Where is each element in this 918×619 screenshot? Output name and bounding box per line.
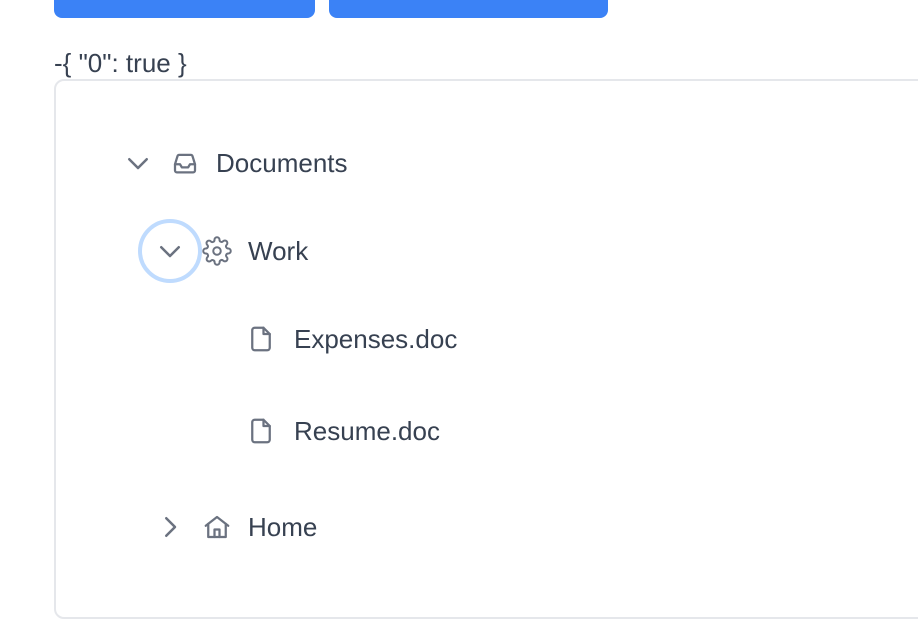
chevron-down-icon[interactable] <box>138 219 202 283</box>
tree-item-home[interactable]: Home <box>138 503 317 551</box>
tree-item-expenses[interactable]: Expenses.doc <box>246 315 457 363</box>
chevron-right-icon[interactable] <box>138 495 202 559</box>
tree-panel: Documents Work Expenses.doc Resume.doc H… <box>54 79 918 619</box>
expanded-state-readout: -{ "0": true } <box>54 48 187 78</box>
file-icon <box>246 324 276 354</box>
primary-button-1[interactable] <box>54 0 315 18</box>
tree-item-label: Resume.doc <box>294 415 440 446</box>
home-icon <box>202 512 232 542</box>
primary-button-2[interactable] <box>329 0 608 18</box>
gear-icon <box>202 236 232 266</box>
tree-item-label: Work <box>248 235 309 266</box>
tree-item-resume[interactable]: Resume.doc <box>246 407 440 455</box>
tree-item-label: Home <box>248 511 318 542</box>
tree-item-label: Expenses.doc <box>294 323 458 354</box>
tree-item-work[interactable]: Work <box>138 219 309 283</box>
chevron-down-icon[interactable] <box>106 131 170 195</box>
tree-item-label: Documents <box>216 147 348 178</box>
inbox-icon <box>170 148 200 178</box>
tree-item-documents[interactable]: Documents <box>106 139 348 187</box>
file-icon <box>246 416 276 446</box>
